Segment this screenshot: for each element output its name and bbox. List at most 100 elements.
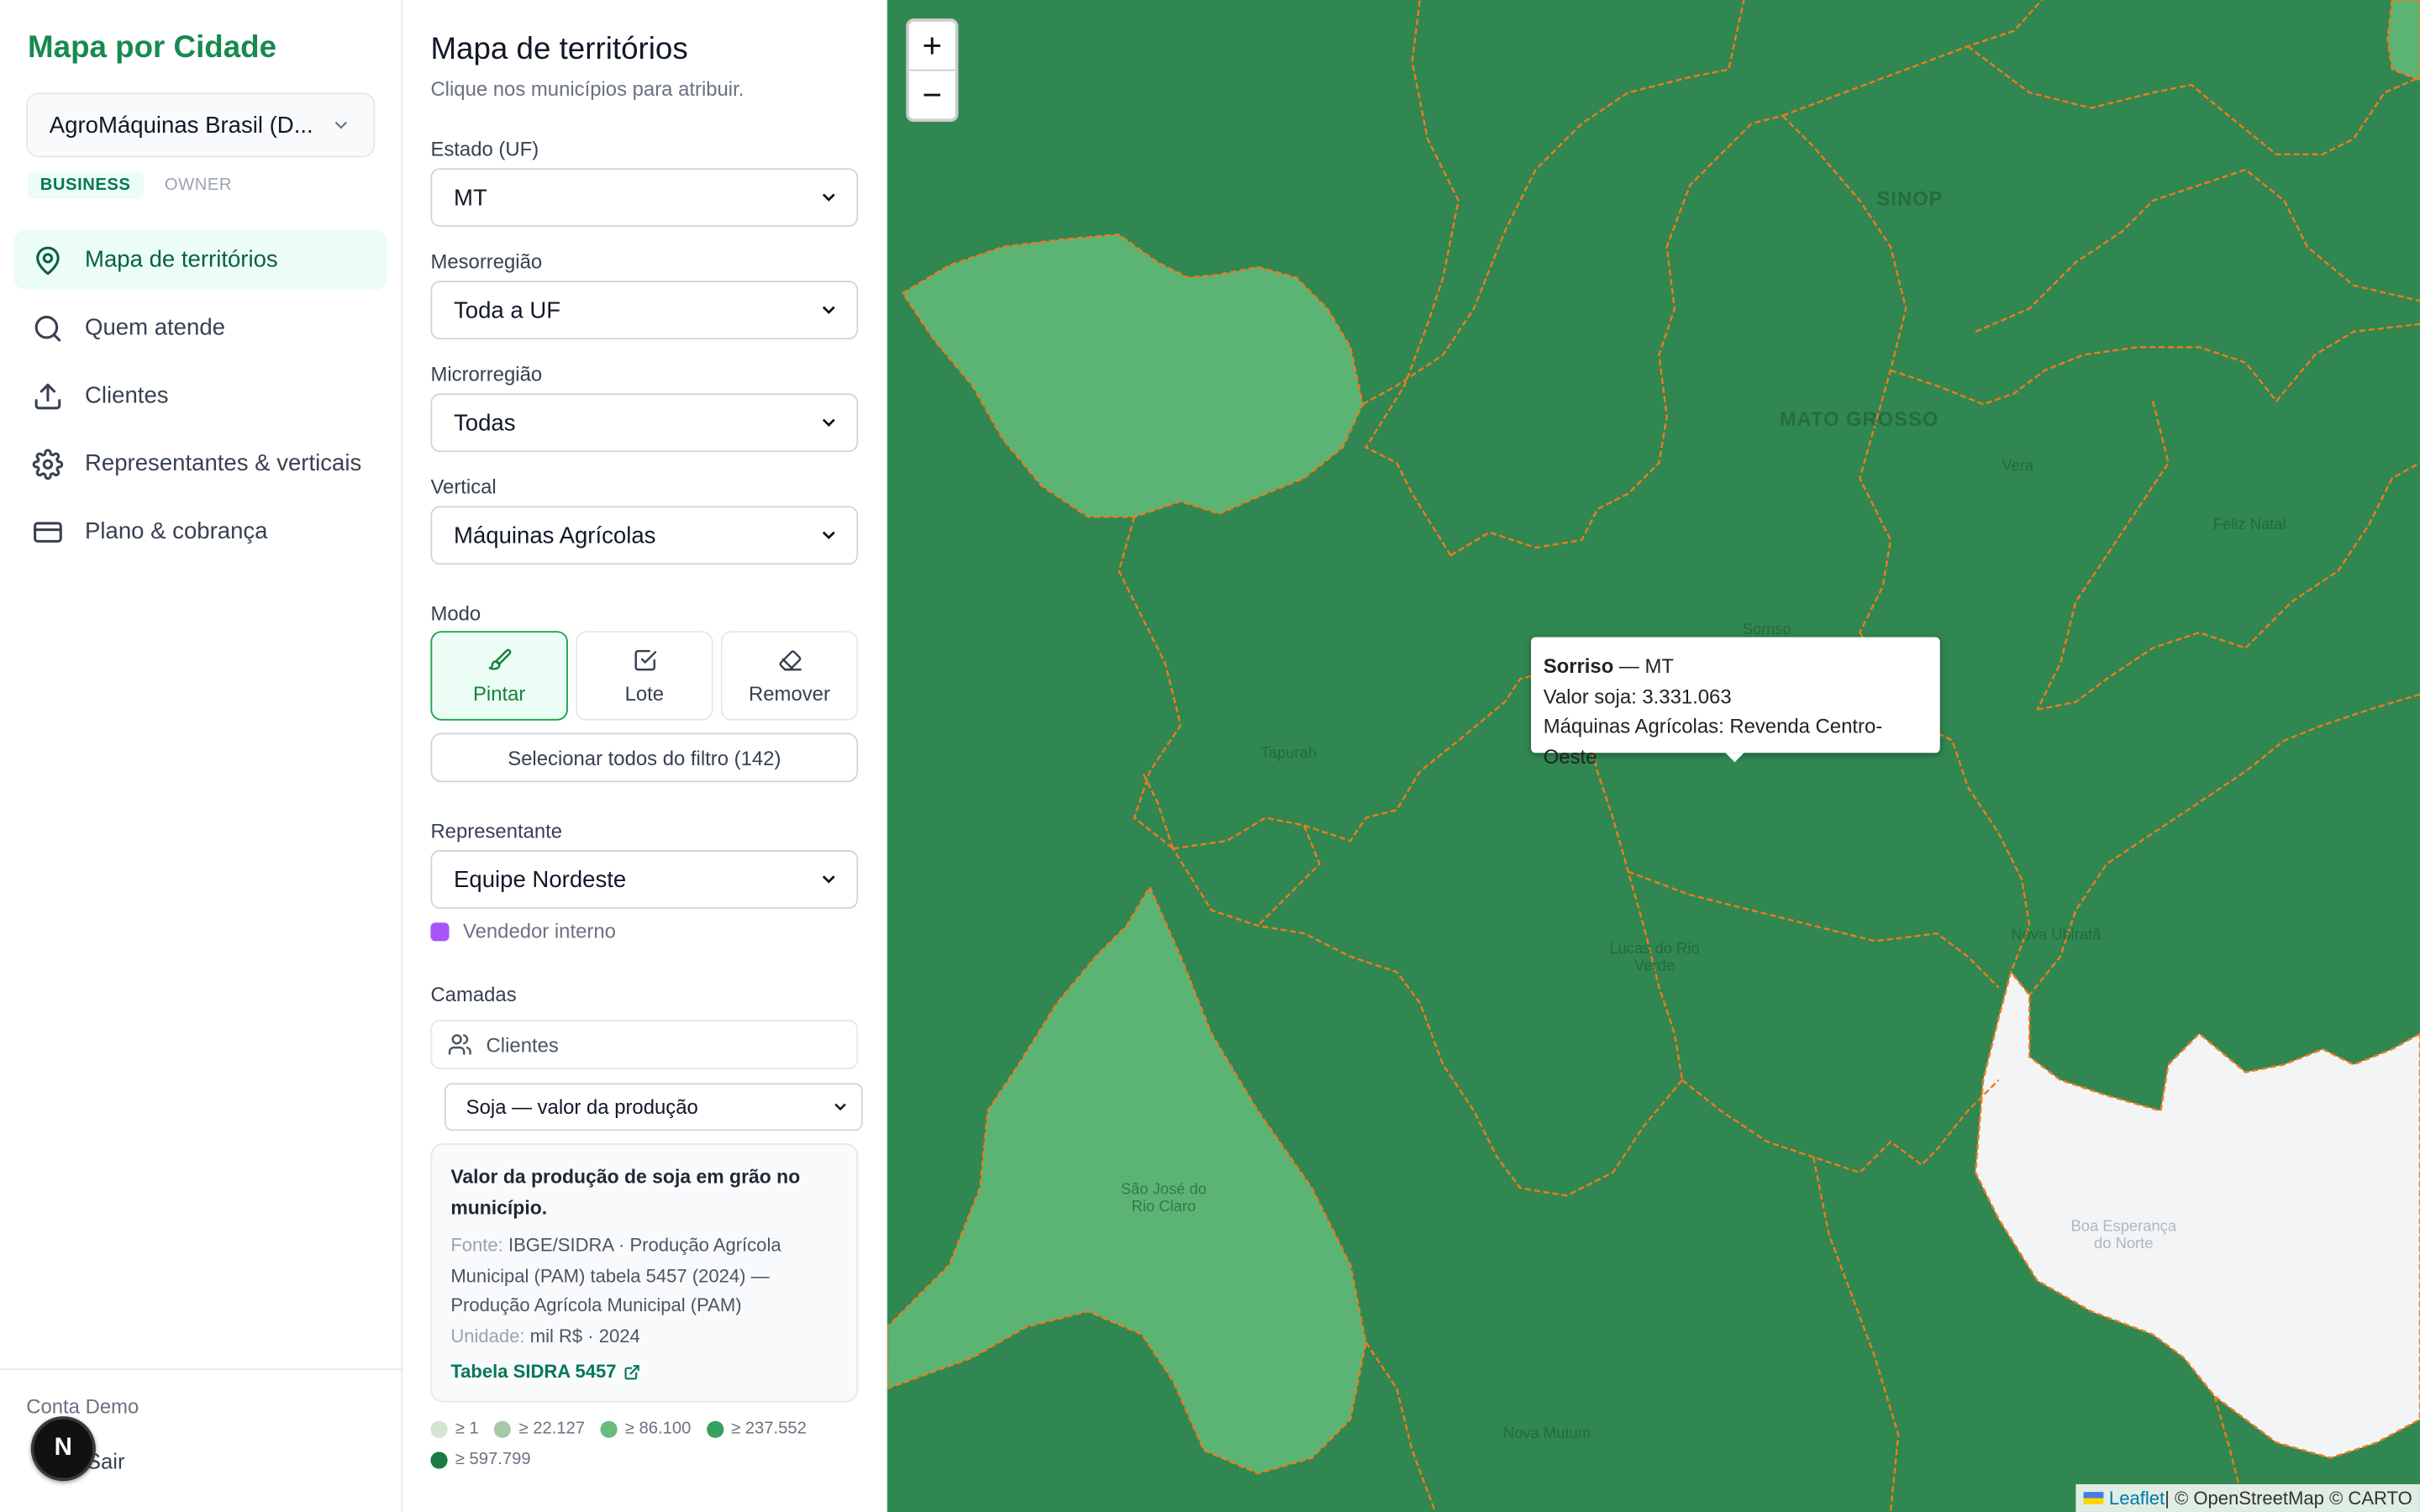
map-label-mato-grosso: MATO GROSSO (1779, 407, 1939, 431)
chevron-down-icon (822, 418, 835, 427)
sidebar-item-quem-atende[interactable]: Quem atende (14, 297, 387, 358)
sidebar-item-representantes[interactable]: Representantes & verticais (14, 433, 387, 494)
sidebar-item-clientes[interactable]: Clientes (14, 365, 387, 426)
estado-value: MT (453, 184, 487, 211)
estado-select[interactable]: MT (430, 168, 859, 227)
brand-title: Mapa por Cidade (28, 30, 277, 66)
sidra-table-link[interactable]: Tabela SIDRA 5457 (450, 1357, 838, 1388)
layer-info-source: Fonte: IBGE/SIDRA · Produção Agrícola Mu… (450, 1231, 838, 1321)
upload-icon (34, 382, 61, 409)
tooltip-uf: — MT (1613, 654, 1674, 678)
mesorregiao-label: Mesorregião (430, 249, 543, 274)
layer-info-title: Valor da produção de soja em grão no mun… (450, 1166, 801, 1219)
map-label-sinop: SINOP (1876, 186, 1944, 210)
role-tabs: BUSINESS OWNER (28, 171, 245, 199)
role-business[interactable]: BUSINESS (28, 171, 144, 199)
account-select[interactable]: AgroMáquinas Brasil (D... (26, 92, 376, 158)
camadas-label: Camadas (430, 982, 517, 1006)
representante-legend-label: Vendedor interno (463, 919, 616, 943)
account-name: Conta Demo (26, 1394, 139, 1418)
sidebar-item-mapa[interactable]: Mapa de territórios (13, 229, 388, 291)
legend-item: ≥ 597.799 (430, 1450, 531, 1469)
legend-item: ≥ 237.552 (706, 1419, 807, 1438)
leaflet-link[interactable]: Leaflet (2109, 1488, 2165, 1509)
control-panel: Mapa de territórios Clique nos município… (402, 0, 888, 1512)
clients-layer-label: Clientes (486, 1032, 559, 1057)
sidebar-item-label: Representantes & verticais (85, 450, 362, 477)
clients-layer-toggle[interactable]: Clientes (430, 1020, 859, 1069)
sidebar-nav: Mapa de territórios Quem atende Clientes… (13, 229, 388, 570)
vertical-label: Vertical (430, 475, 497, 499)
external-link-icon (625, 1365, 640, 1380)
territory-map[interactable]: + − SINOP MATO GROSSO Vera Feliz Natal S… (887, 0, 2420, 1512)
unit-label: Unidade: (450, 1324, 525, 1347)
chevron-down-icon (834, 1103, 846, 1111)
map-label-sorriso: Sorriso (1742, 622, 1791, 639)
map-label-nova-mutum: Nova Mutum (1502, 1425, 1591, 1443)
zoom-control: + − (906, 18, 959, 123)
eraser-icon (778, 649, 801, 670)
attribution-text: | © OpenStreetMap © CARTO (2165, 1487, 2412, 1509)
map-label-feliz-natal: Feliz Natal (2212, 517, 2286, 534)
nextjs-badge[interactable]: N (30, 1416, 96, 1482)
tooltip-name: Sorriso (1543, 654, 1614, 678)
legend-item: ≥ 86.100 (600, 1420, 691, 1438)
modo-label: Modo (430, 601, 481, 625)
map-label-boa-esperanca: Boa Esperança do Norte (2070, 1218, 2177, 1253)
map-pin-icon (36, 245, 60, 275)
gear-icon (32, 448, 64, 480)
mode-buttons: Pintar Lote Remover (430, 631, 859, 721)
checkbox-icon (634, 648, 656, 670)
brush-icon (487, 648, 511, 669)
microrregiao-select[interactable]: Todas (430, 393, 859, 453)
legend-label: ≥ 597.799 (455, 1450, 531, 1469)
mesorregiao-select[interactable]: Toda a UF (430, 281, 859, 340)
select-all-button[interactable]: Selecionar todos do filtro (142) (430, 732, 859, 783)
unit-text: mil R$ · 2024 (529, 1324, 640, 1347)
sidebar-item-plano[interactable]: Plano & cobrança (14, 501, 387, 562)
layer-info-unit: Unidade: mil R$ · 2024 (450, 1321, 838, 1352)
legend-label: ≥ 1 (455, 1419, 479, 1438)
representante-color-swatch (430, 921, 450, 941)
municipality-ne-corner[interactable] (2386, 0, 2420, 81)
tooltip-value: Valor soja: 3.331.063 (1543, 684, 1732, 708)
representante-value: Equipe Nordeste (453, 866, 627, 893)
tooltip-title: Sorriso — MT (1544, 651, 1928, 681)
vertical-select[interactable]: Máquinas Agrícolas (430, 506, 859, 565)
legend-label: ≥ 86.100 (624, 1419, 692, 1438)
chevron-down-icon (822, 193, 835, 202)
mode-lote-button[interactable]: Lote (576, 631, 713, 721)
chevron-down-icon (822, 531, 835, 540)
sidebar-item-label: Quem atende (85, 314, 225, 341)
microrregiao-value: Todas (453, 409, 516, 436)
microrregiao-label: Microrregião (430, 362, 543, 386)
sidebar-item-label: Mapa de territórios (85, 246, 278, 274)
data-layer-select[interactable]: Soja — valor da produção (444, 1083, 863, 1131)
map-attribution: Leaflet | © OpenStreetMap © CARTO (2075, 1483, 2420, 1512)
layer-info-card: Valor da produção de soja em grão no mun… (430, 1142, 859, 1403)
mode-pintar-button[interactable]: Pintar (430, 631, 568, 721)
mode-remover-button[interactable]: Remover (720, 631, 859, 721)
representante-select[interactable]: Equipe Nordeste (430, 850, 859, 909)
data-layer-value: Soja — valor da produção (466, 1095, 698, 1119)
sidra-link-label: Tabela SIDRA 5457 (450, 1360, 617, 1383)
zoom-in-button[interactable]: + (908, 22, 955, 71)
legend-swatch (430, 1420, 448, 1437)
role-owner[interactable]: OWNER (152, 171, 245, 199)
legend-swatch (600, 1420, 618, 1437)
search-icon (34, 314, 61, 341)
legend-swatch (430, 1451, 448, 1468)
map-label-vera: Vera (2002, 458, 2033, 475)
page-subtitle: Clique nos municípios para atribuir. (430, 76, 744, 101)
map-label-nova-ubirata: Nova Ubiratã (2011, 927, 2102, 945)
mesorregiao-value: Toda a UF (453, 297, 561, 323)
representante-label: Representante (430, 819, 563, 843)
mode-pintar-label: Pintar (472, 680, 526, 705)
mode-lote-label: Lote (624, 680, 665, 705)
ukraine-flag-icon (2082, 1492, 2103, 1504)
users-icon (448, 1034, 471, 1055)
sidebar-item-label: Clientes (85, 382, 169, 409)
sidebar: Mapa por Cidade AgroMáquinas Brasil (D..… (0, 0, 403, 1512)
legend-label: ≥ 237.552 (731, 1419, 807, 1438)
zoom-out-button[interactable]: − (909, 71, 955, 118)
